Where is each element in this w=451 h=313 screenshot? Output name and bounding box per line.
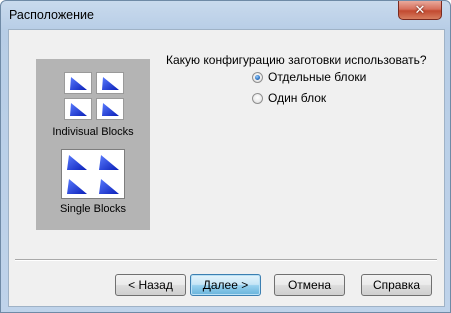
title-bar[interactable]: Расположение ✕ <box>1 1 450 29</box>
radio-label: Один блок <box>268 91 327 105</box>
single-block-diagram <box>61 149 125 199</box>
triangle-icon <box>102 77 119 90</box>
radio-single-block[interactable]: Один блок <box>252 91 326 105</box>
individual-blocks-caption: Indivisual Blocks <box>52 126 134 138</box>
close-button[interactable]: ✕ <box>398 1 442 20</box>
triangle-icon <box>99 179 119 194</box>
help-button[interactable]: Справка <box>361 274 432 296</box>
dialog-content: Indivisual Blocks Single Blocks Какую ко… <box>8 29 445 307</box>
block-tile <box>64 72 92 94</box>
window-title: Расположение <box>9 8 94 22</box>
single-blocks-caption: Single Blocks <box>59 203 127 215</box>
radio-label: Отдельные блоки <box>268 70 367 84</box>
individual-blocks-diagram <box>64 72 126 122</box>
radio-button-checked[interactable] <box>252 71 263 83</box>
triangle-icon <box>67 155 87 170</box>
close-icon: ✕ <box>414 2 426 17</box>
dialog-window: Расположение ✕ Indivisual Blocks Single … <box>0 0 451 313</box>
cancel-button[interactable]: Отмена <box>274 274 345 296</box>
radio-individual-blocks[interactable]: Отдельные блоки <box>252 70 366 84</box>
block-tile <box>64 98 92 120</box>
configuration-preview: Indivisual Blocks Single Blocks <box>36 59 150 230</box>
next-button[interactable]: Далее > <box>190 274 261 296</box>
back-button[interactable]: < Назад <box>115 274 186 296</box>
triangle-icon <box>70 77 87 90</box>
triangle-icon <box>102 103 119 116</box>
configuration-question: Какую конфигурацию заготовки использоват… <box>166 53 427 67</box>
separator-line <box>15 259 437 261</box>
triangle-icon <box>99 155 119 170</box>
triangle-icon <box>70 103 87 116</box>
block-tile <box>96 98 124 120</box>
radio-button[interactable] <box>252 92 263 104</box>
block-tile <box>96 72 124 94</box>
triangle-icon <box>67 179 87 194</box>
